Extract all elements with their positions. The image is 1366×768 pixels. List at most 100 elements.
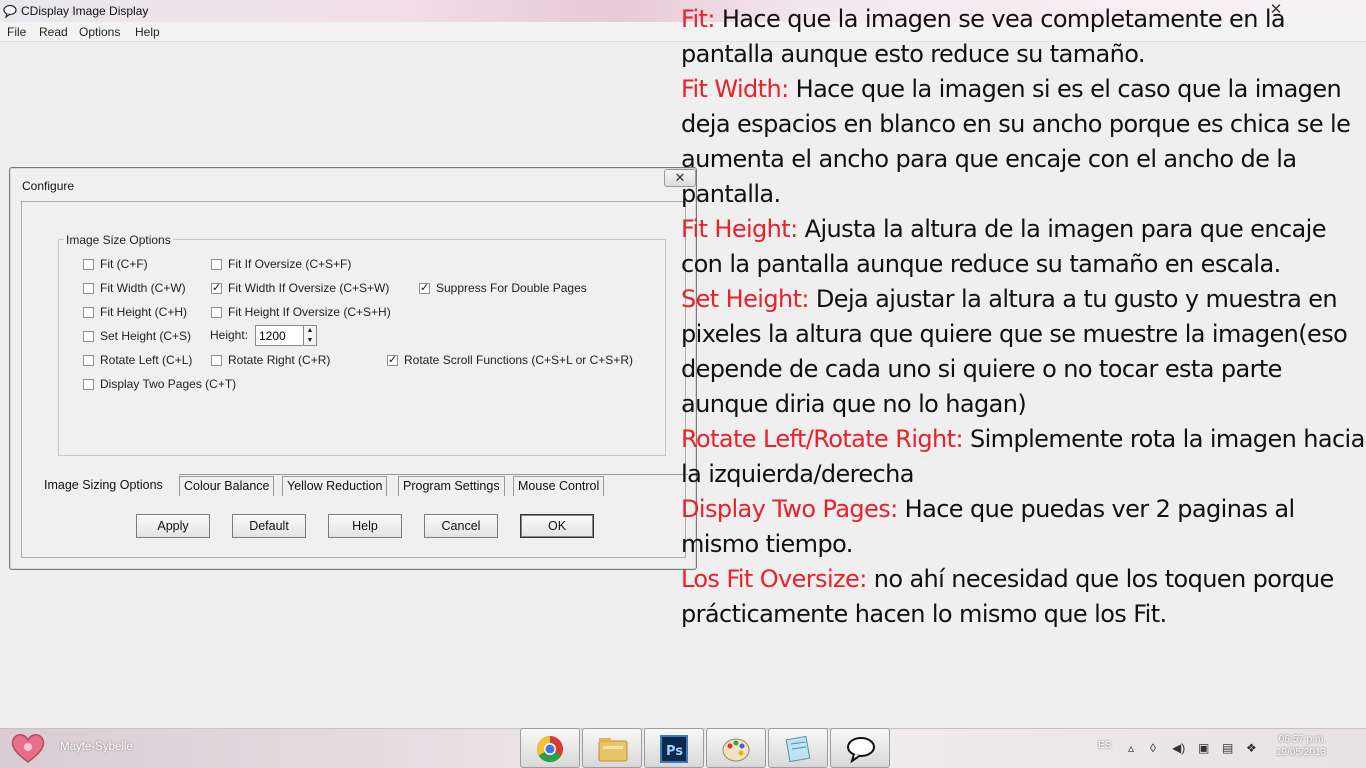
rotate-scroll-label: Rotate Scroll Functions (C+S+L or C+S+R): [404, 353, 633, 367]
tab-program-settings[interactable]: Program Settings: [398, 476, 505, 496]
photoshop-icon: Ps: [660, 735, 688, 763]
menu-read[interactable]: Read: [39, 25, 68, 39]
tab-mouse-control[interactable]: Mouse Control: [513, 476, 605, 496]
suppress-double-label: Suppress For Double Pages: [436, 281, 587, 295]
rotate-scroll-check-box[interactable]: [387, 353, 398, 366]
chrome-icon: [536, 735, 563, 763]
rotate-scroll-checkbox[interactable]: Rotate Scroll Functions (C+S+L or C+S+R): [387, 352, 633, 368]
apply-button[interactable]: Apply: [136, 514, 210, 538]
taskbar-photoshop[interactable]: Ps: [644, 728, 704, 768]
note-key: Display Two Pages:: [681, 495, 898, 523]
show-hidden-icon[interactable]: ▵: [1128, 741, 1134, 755]
volume-icon[interactable]: ◀): [1172, 741, 1185, 755]
two-pages-checkbox[interactable]: Display Two Pages (C+T): [83, 376, 236, 392]
note-rotate: Rotate Left/Rotate Right: Simplemente ro…: [681, 422, 1366, 492]
dropbox-icon[interactable]: ❖: [1246, 741, 1257, 755]
cdisplay-icon: [847, 737, 875, 764]
fit-width-if-oversize-label: Fit Width If Oversize (C+S+W): [228, 281, 390, 295]
fit-check-box[interactable]: [83, 258, 94, 270]
taskbar-paint[interactable]: [706, 728, 766, 768]
clock-time: 06:57 p.m.: [1278, 734, 1327, 745]
paint-icon: [722, 738, 750, 762]
rotate-left-checkbox[interactable]: Rotate Left (C+L): [83, 352, 192, 368]
spin-up-icon[interactable]: ▲: [304, 326, 316, 335]
spin-down-icon[interactable]: ▼: [304, 336, 316, 345]
menu-file[interactable]: File: [7, 25, 26, 39]
height-spinner[interactable]: ▲ ▼: [303, 325, 317, 346]
height-label: Height:: [210, 328, 249, 342]
cancel-button[interactable]: Cancel: [424, 514, 498, 538]
menu-help[interactable]: Help: [135, 25, 160, 39]
notepad-icon: [785, 735, 811, 763]
taskbar-chrome[interactable]: [520, 728, 580, 768]
tab-strip-line: [179, 474, 688, 475]
fit-height-if-oversize-checkbox[interactable]: Fit Height If Oversize (C+S+H): [211, 304, 391, 320]
user-name: Mayte-Sybelle: [60, 741, 133, 753]
taskbar-notepad[interactable]: [768, 728, 828, 768]
fit-height-if-oversize-label: Fit Height If Oversize (C+S+H): [228, 305, 391, 319]
svg-text:Ps: Ps: [666, 744, 683, 759]
note-fit-width: Fit Width: Hace que la imagen si es el c…: [681, 72, 1366, 212]
fit-height-check-box[interactable]: [83, 306, 94, 318]
fit-height-checkbox[interactable]: Fit Height (C+H): [83, 304, 187, 320]
set-height-check-box[interactable]: [83, 330, 94, 342]
ok-button[interactable]: OK: [520, 514, 594, 538]
annotation-notes: Fit: Hace que la imagen se vea completam…: [681, 2, 1366, 632]
note-key: Fit:: [681, 5, 715, 33]
rotate-right-check-box[interactable]: [211, 354, 222, 366]
window-title: CDisplay Image Display: [21, 4, 149, 18]
language-indicator[interactable]: ES: [1098, 740, 1111, 751]
note-set-height: Set Height: Deja ajustar la altura a tu …: [681, 282, 1366, 422]
two-pages-label: Display Two Pages (C+T): [100, 377, 237, 391]
rotate-right-label: Rotate Right (C+R): [228, 353, 331, 367]
default-button[interactable]: Default: [232, 514, 306, 538]
device-icon[interactable]: ▣: [1198, 741, 1209, 755]
droplet-icon[interactable]: ◊: [1150, 741, 1156, 755]
group-label: Image Size Options: [64, 233, 173, 247]
note-fit-height: Fit Height: Ajusta la altura de la image…: [681, 212, 1366, 282]
fit-if-oversize-checkbox[interactable]: Fit If Oversize (C+S+F): [211, 256, 351, 272]
fit-label: Fit (C+F): [100, 257, 148, 271]
fit-if-oversize-check-box[interactable]: [211, 258, 222, 270]
tray-clock[interactable]: 06:57 p.m. 19/05/2013: [1276, 733, 1326, 759]
taskbar-explorer[interactable]: [582, 728, 642, 768]
set-height-checkbox[interactable]: Set Height (C+S): [83, 328, 191, 344]
rotate-left-label: Rotate Left (C+L): [100, 353, 193, 367]
fit-checkbox[interactable]: Fit (C+F): [83, 256, 148, 272]
fit-width-if-oversize-check-box[interactable]: [211, 281, 222, 294]
taskbar-cdisplay[interactable]: [830, 728, 890, 768]
menu-options[interactable]: Options: [79, 25, 120, 39]
image-size-options-group: [58, 239, 666, 456]
fit-height-if-oversize-check-box[interactable]: [211, 306, 222, 318]
note-key: Fit Width:: [681, 75, 789, 103]
note-key: Fit Height:: [681, 215, 798, 243]
note-two-pages: Display Two Pages: Hace que puedas ver 2…: [681, 492, 1366, 562]
fit-if-oversize-label: Fit If Oversize (C+S+F): [228, 257, 352, 271]
note-text: Hace que la imagen se vea completamente …: [681, 5, 1286, 68]
note-fit: Fit: Hace que la imagen se vea completam…: [681, 2, 1366, 72]
fit-width-checkbox[interactable]: Fit Width (C+W): [83, 280, 186, 296]
two-pages-check-box[interactable]: [83, 378, 94, 390]
height-input[interactable]: [255, 325, 305, 346]
start-heart-icon[interactable]: [9, 731, 47, 765]
note-key: Los Fit Oversize:: [681, 565, 867, 593]
help-button[interactable]: Help: [328, 514, 402, 538]
note-key: Rotate Left/Rotate Right:: [681, 425, 964, 453]
dialog-title: Configure: [22, 179, 75, 193]
folder-icon: [598, 738, 628, 762]
speech-bubble-icon: [3, 4, 17, 18]
fit-height-label: Fit Height (C+H): [100, 305, 188, 319]
note-fit-oversize: Los Fit Oversize: no ahí necesidad que l…: [681, 562, 1366, 632]
fit-width-label: Fit Width (C+W): [100, 281, 186, 295]
rotate-right-checkbox[interactable]: Rotate Right (C+R): [211, 352, 330, 368]
fit-width-if-oversize-checkbox[interactable]: Fit Width If Oversize (C+S+W): [211, 280, 389, 296]
fit-width-check-box[interactable]: [83, 282, 94, 294]
tab-colour-balance[interactable]: Colour Balance: [179, 476, 275, 496]
network-icon[interactable]: ▤: [1222, 741, 1233, 755]
tab-image-sizing-options[interactable]: Image Sizing Options: [40, 476, 167, 498]
suppress-double-checkbox[interactable]: Suppress For Double Pages: [419, 280, 587, 296]
rotate-left-check-box[interactable]: [83, 354, 94, 366]
suppress-double-check-box[interactable]: [419, 281, 430, 294]
note-key: Set Height:: [681, 285, 809, 313]
tab-yellow-reduction[interactable]: Yellow Reduction: [282, 476, 388, 496]
